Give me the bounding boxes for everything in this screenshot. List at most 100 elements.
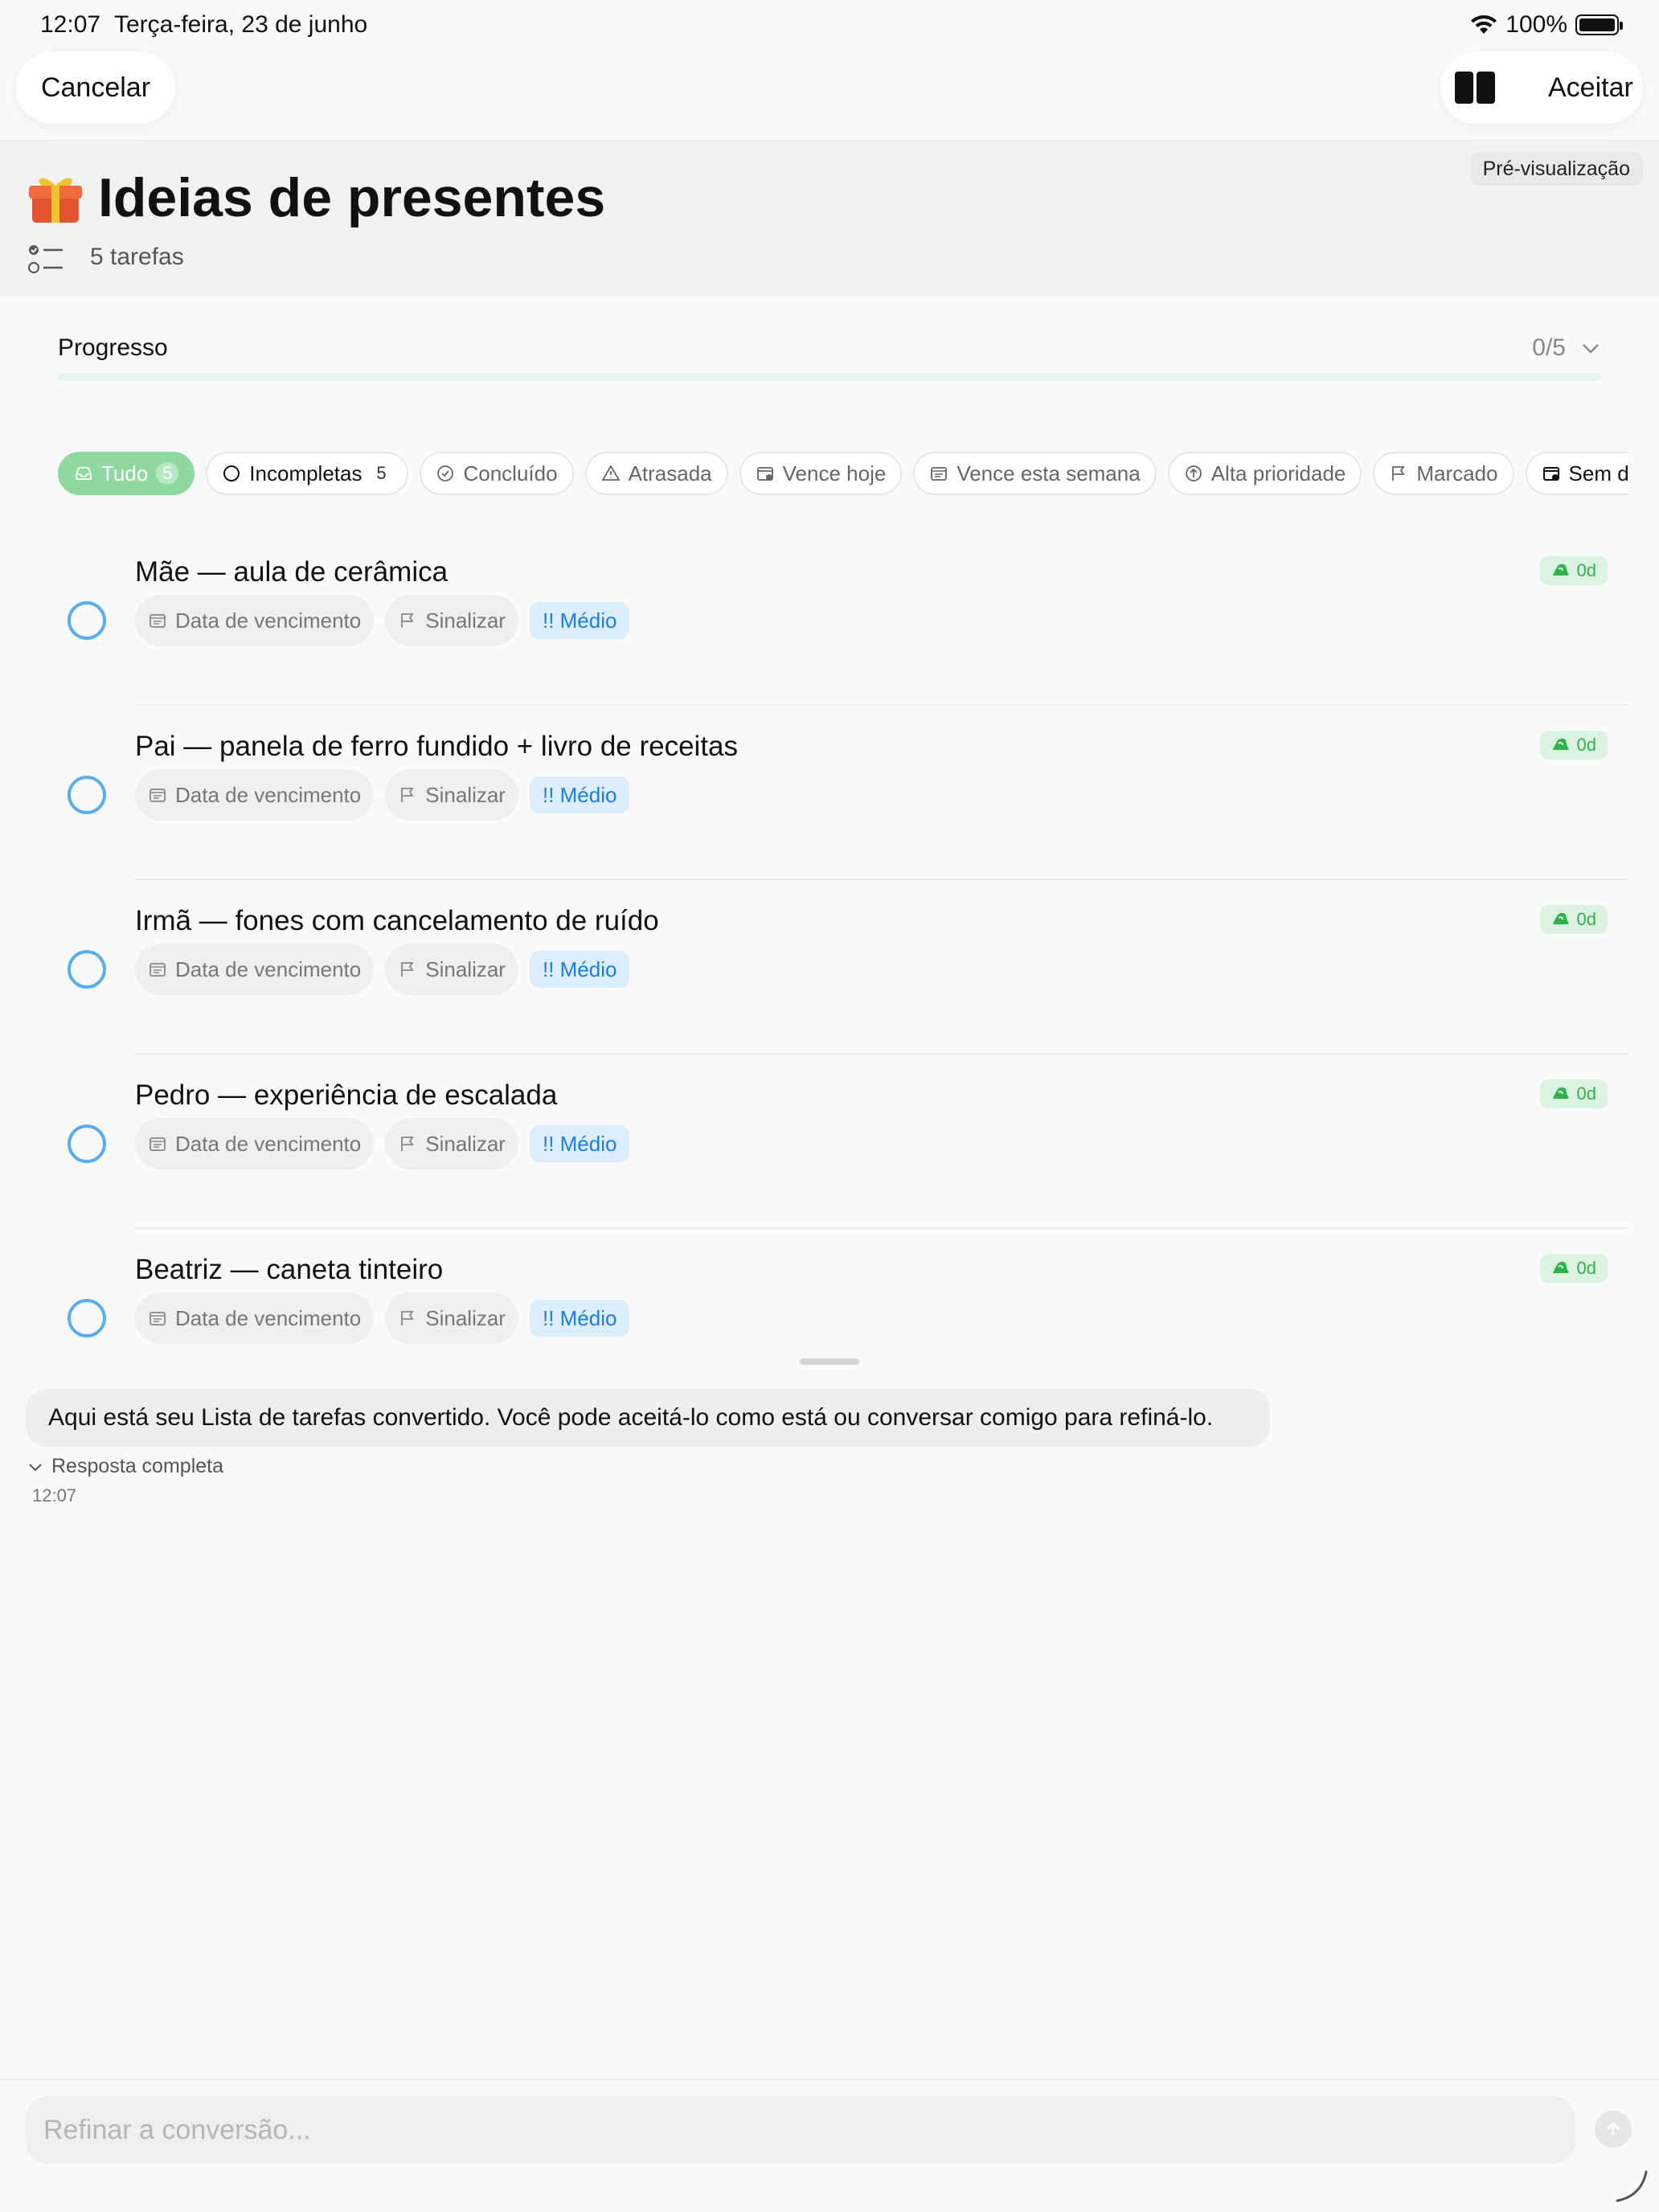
due-date-tag[interactable]: Data de vencimento [135, 595, 375, 646]
filter-chip-tudo[interactable]: Tudo 5 [58, 452, 195, 495]
flag-icon [398, 785, 417, 805]
task-row[interactable]: Pedro — experiência de escalada Data de v… [0, 1055, 1659, 1229]
snail-icon [1551, 736, 1571, 754]
filter-chip-label: Incompletas [249, 461, 363, 485]
filter-chip-count: 5 [156, 462, 179, 485]
task-row[interactable]: Mãe — aula de cerâmica Data de vencimento… [0, 532, 1659, 706]
flag-label: Sinalizar [425, 956, 506, 981]
flag-label: Sinalizar [425, 782, 506, 807]
task-title[interactable]: Irmã — fones com cancelamento de ruído [135, 905, 659, 937]
full-reply-toggle[interactable]: Resposta completa [27, 1455, 223, 1478]
age-badge: 0d [1539, 556, 1608, 585]
task-tags: Data de vencimento Sinalizar !! Médio [135, 1292, 630, 1344]
status-date: Terça-feira, 23 de junho [114, 11, 368, 38]
task-divider [135, 879, 1628, 880]
due-date-label: Data de vencimento [175, 1305, 362, 1330]
calendar-dot-icon [756, 464, 775, 483]
progress-value[interactable]: 0/5 [1532, 334, 1566, 362]
priority-tag[interactable]: !! Médio [529, 1125, 630, 1162]
task-checkbox[interactable] [68, 601, 106, 640]
preview-badge: Pré-visualização [1469, 152, 1643, 186]
filter-chip-vence-hoje[interactable]: Vence hoje [739, 452, 903, 495]
accept-button[interactable]: Aceitar [1548, 72, 1633, 104]
priority-tag[interactable]: !! Médio [529, 1300, 630, 1337]
filter-chip-label: Vence esta semana [956, 461, 1141, 485]
flag-tag[interactable]: Sinalizar [385, 944, 518, 995]
age-badge: 0d [1539, 1254, 1608, 1283]
battery-percent: 100% [1505, 11, 1567, 38]
task-row[interactable]: Beatriz — caneta tinteiro Data de vencime… [0, 1230, 1659, 1403]
send-button[interactable] [1595, 2111, 1632, 2148]
chevron-down-icon [29, 1463, 42, 1471]
task-title[interactable]: Mãe — aula de cerâmica [135, 556, 448, 588]
split-view-icon[interactable] [1455, 72, 1495, 104]
priority-tag[interactable]: !! Médio [529, 602, 630, 639]
due-date-tag[interactable]: Data de vencimento [135, 1118, 375, 1169]
due-date-tag[interactable]: Data de vencimento [135, 1292, 375, 1344]
warning-icon [600, 464, 621, 483]
snail-icon [1551, 1260, 1571, 1277]
assistant-message: Aqui está seu Lista de tarefas convertid… [26, 1389, 1270, 1447]
task-tags: Data de vencimento Sinalizar !! Médio [135, 1118, 630, 1169]
age-label: 0d [1576, 1083, 1596, 1104]
resize-handle-icon[interactable] [1612, 2167, 1649, 2204]
flag-label: Sinalizar [425, 1305, 506, 1330]
task-divider [135, 1053, 1628, 1055]
list-header: Pré-visualização Ideias de presentes 5 t… [0, 140, 1659, 297]
filter-chip-incompletas[interactable]: Incompletas 5 [206, 452, 409, 495]
sheet-grabber[interactable] [800, 1358, 859, 1365]
checklist-icon [28, 245, 63, 273]
page-title: Ideias de presentes [98, 167, 606, 228]
cancel-label: Cancelar [40, 72, 151, 103]
priority-tag[interactable]: !! Médio [529, 776, 630, 813]
due-date-tag[interactable]: Data de vencimento [135, 944, 375, 995]
gift-icon [29, 178, 82, 223]
filter-chip-label: Tudo [101, 461, 149, 485]
task-row[interactable]: Pai — panela de ferro fundido + livro de… [0, 707, 1659, 880]
task-row[interactable]: Irmã — fones com cancelamento de ruído Da… [0, 881, 1659, 1055]
age-badge: 0d [1539, 1079, 1608, 1108]
progress-bar [58, 373, 1601, 381]
filter-chip-count: 5 [376, 463, 387, 483]
filter-chip-vence-esta-semana[interactable]: Vence esta semana [913, 452, 1157, 495]
flag-tag[interactable]: Sinalizar [385, 769, 518, 821]
filter-chip-marcado[interactable]: Marcado [1373, 452, 1514, 495]
filter-chip-alta-prioridade[interactable]: Alta prioridade [1167, 452, 1362, 495]
message-time: 12:07 [32, 1485, 77, 1505]
calendar-icon [148, 960, 167, 979]
cancel-button[interactable]: Cancelar [16, 51, 175, 124]
filter-chip-sem-data[interactable]: Sem data [1525, 452, 1628, 495]
flag-icon [1389, 464, 1408, 483]
task-title[interactable]: Pedro — experiência de escalada [135, 1079, 557, 1112]
inbox-icon [74, 464, 93, 483]
task-checkbox[interactable] [68, 1299, 106, 1337]
circle-icon [222, 464, 241, 483]
age-label: 0d [1576, 560, 1596, 580]
task-checkbox[interactable] [68, 776, 106, 814]
task-title[interactable]: Pai — panela de ferro fundido + livro de… [135, 731, 738, 763]
chevron-down-icon[interactable] [1580, 338, 1601, 358]
flag-tag[interactable]: Sinalizar [385, 1292, 518, 1344]
flag-icon [398, 1134, 417, 1153]
check-circle-icon [436, 464, 455, 483]
flag-tag[interactable]: Sinalizar [385, 595, 518, 646]
filter-chip-label: Sem data [1568, 461, 1628, 485]
flag-label: Sinalizar [425, 1131, 506, 1156]
due-date-label: Data de vencimento [175, 608, 362, 633]
due-date-tag[interactable]: Data de vencimento [135, 769, 375, 821]
flag-tag[interactable]: Sinalizar [385, 1118, 518, 1169]
task-checkbox[interactable] [68, 950, 106, 989]
refine-input[interactable] [26, 2096, 1575, 2164]
flag-icon [398, 1309, 417, 1328]
task-title[interactable]: Beatriz — caneta tinteiro [135, 1254, 443, 1286]
filter-chip-concluído[interactable]: Concluído [420, 452, 574, 495]
calendar-icon [148, 1134, 167, 1153]
status-time: 12:07 [40, 11, 101, 38]
filter-chip-atrasada[interactable]: Atrasada [584, 452, 728, 495]
input-divider [0, 2079, 1659, 2080]
filter-chip-label: Marcado [1416, 461, 1498, 485]
filter-chip-label: Alta prioridade [1210, 461, 1346, 485]
task-tags: Data de vencimento Sinalizar !! Médio [135, 944, 630, 995]
priority-tag[interactable]: !! Médio [529, 951, 630, 988]
task-checkbox[interactable] [68, 1124, 106, 1163]
